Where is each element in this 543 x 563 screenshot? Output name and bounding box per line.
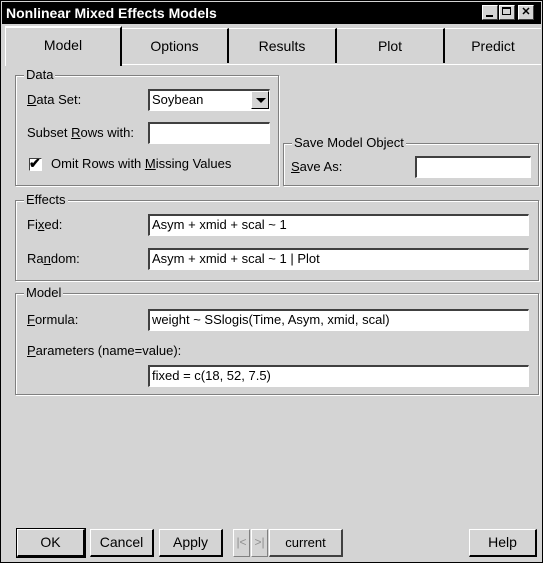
ok-button-label: OK — [40, 534, 61, 550]
current-record-label: current — [285, 535, 326, 550]
save-model-group: Save Model Object Save As: — [283, 135, 539, 186]
tab-model[interactable]: Model — [5, 26, 122, 66]
parameters-label: Parameters (name=value): — [27, 343, 182, 358]
tab-plot-label: Plot — [377, 38, 403, 54]
title-bar[interactable]: Nonlinear Mixed Effects Models ✕ — [2, 2, 541, 24]
next-record-icon: >| — [254, 535, 265, 549]
previous-record-button[interactable]: |< — [233, 529, 250, 557]
random-label: Random: — [27, 251, 80, 266]
data-group-title: Data — [24, 67, 56, 82]
save-as-input[interactable] — [415, 156, 531, 178]
close-icon[interactable]: ✕ — [518, 5, 534, 20]
parameters-value: fixed = c(18, 52, 7.5) — [152, 368, 271, 383]
omit-missing-checkbox[interactable]: ✔ — [29, 155, 42, 171]
help-button[interactable]: Help — [469, 529, 537, 557]
tab-strip: Model Options Results Plot Predict — [1, 26, 542, 66]
data-set-select[interactable]: Soybean — [148, 89, 270, 111]
tab-options-label: Options — [150, 38, 199, 54]
cancel-button[interactable]: Cancel — [90, 529, 154, 557]
formula-label: Formula: — [27, 312, 79, 327]
model-group-title: Model — [24, 285, 64, 300]
data-set-dropdown-button[interactable] — [251, 91, 269, 109]
subset-rows-label: Subset Rows with: — [27, 125, 134, 140]
save-model-group-title: Save Model Object — [292, 135, 406, 150]
parameters-input[interactable]: fixed = c(18, 52, 7.5) — [148, 365, 529, 387]
tab-model-label: Model — [43, 37, 83, 53]
cancel-button-label: Cancel — [99, 534, 144, 550]
omit-missing-label[interactable]: Omit Rows with Missing Values — [51, 156, 231, 171]
formula-input[interactable]: weight ~ SSlogis(Time, Asym, xmid, scal) — [148, 309, 529, 331]
fixed-effects-input[interactable]: Asym + xmid + scal ~ 1 — [148, 214, 529, 236]
tab-divider — [122, 64, 541, 65]
current-record-button[interactable]: current — [269, 529, 343, 557]
tab-predict-label: Predict — [471, 38, 515, 54]
effects-group: Effects Fixed: Asym + xmid + scal ~ 1 Ra… — [15, 192, 539, 281]
random-effects-input[interactable]: Asym + xmid + scal ~ 1 | Plot — [148, 248, 529, 270]
maximize-icon[interactable] — [499, 5, 515, 20]
ok-button[interactable]: OK — [16, 528, 86, 558]
data-set-label: Data Set: — [27, 92, 82, 107]
model-group: Model Formula: weight ~ SSlogis(Time, As… — [15, 285, 539, 395]
tab-predict[interactable]: Predict — [445, 28, 541, 63]
effects-group-title: Effects — [24, 192, 68, 207]
apply-button-label: Apply — [172, 534, 209, 550]
tab-results[interactable]: Results — [229, 28, 337, 63]
fixed-label: Fixed: — [27, 217, 63, 232]
fixed-effects-value: Asym + xmid + scal ~ 1 — [152, 217, 287, 232]
data-set-value: Soybean — [152, 92, 204, 107]
subset-rows-input[interactable] — [148, 122, 270, 144]
formula-value: weight ~ SSlogis(Time, Asym, xmid, scal) — [152, 312, 390, 327]
help-button-label: Help — [488, 534, 517, 550]
data-group: Data Data Set: Soybean Subset Rows with:… — [15, 67, 279, 186]
next-record-button[interactable]: >| — [251, 529, 268, 557]
tab-options[interactable]: Options — [122, 28, 229, 63]
save-as-label: Save As: — [291, 159, 343, 174]
chevron-down-icon — [256, 98, 266, 103]
previous-record-icon: |< — [236, 535, 247, 549]
check-icon: ✔ — [29, 155, 41, 171]
dialog-window: Nonlinear Mixed Effects Models ✕ Model O… — [0, 0, 543, 563]
window-title: Nonlinear Mixed Effects Models — [6, 5, 217, 21]
tab-results-label: Results — [258, 38, 306, 54]
random-effects-value: Asym + xmid + scal ~ 1 | Plot — [152, 251, 320, 266]
minimize-icon[interactable] — [482, 5, 498, 20]
apply-button[interactable]: Apply — [159, 529, 223, 557]
tab-plot[interactable]: Plot — [337, 28, 445, 63]
